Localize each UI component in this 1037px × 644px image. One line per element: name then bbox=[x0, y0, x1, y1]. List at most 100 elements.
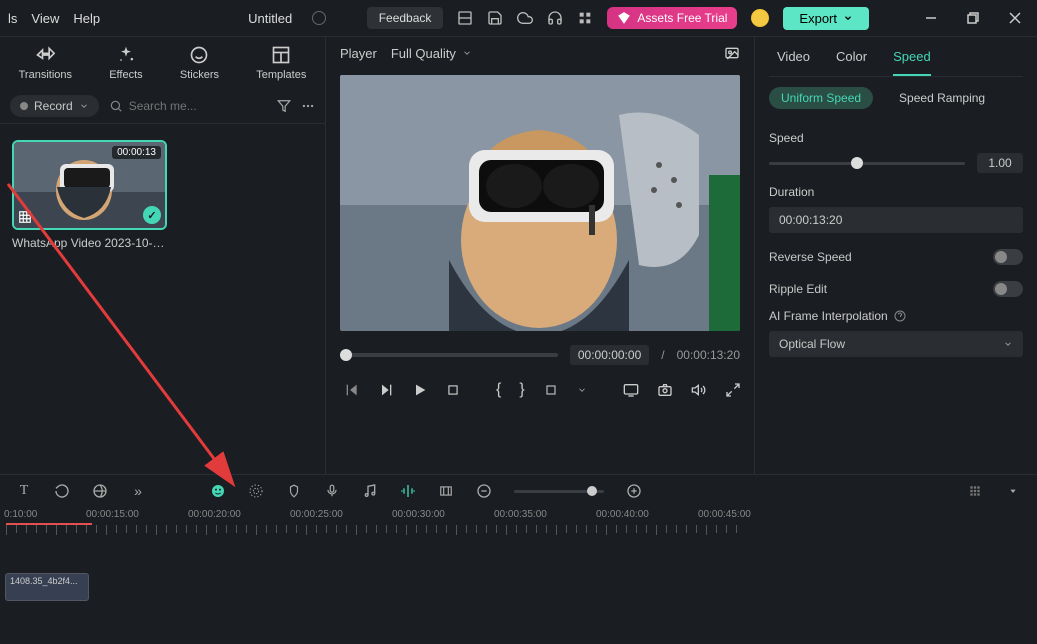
menu-help[interactable]: Help bbox=[73, 11, 100, 26]
ai-interpolation-dropdown[interactable]: Optical Flow bbox=[769, 331, 1023, 357]
tick-label: 0:10:00 bbox=[4, 509, 37, 520]
player-label: Player bbox=[340, 46, 377, 61]
tick-label: 00:00:45:00 bbox=[698, 509, 751, 520]
apps-icon[interactable] bbox=[577, 10, 593, 26]
snapshot-icon[interactable] bbox=[724, 45, 740, 61]
ripple-label: Ripple Edit bbox=[769, 282, 827, 296]
tab-speed[interactable]: Speed bbox=[893, 49, 931, 76]
magnetic-icon[interactable] bbox=[400, 483, 416, 499]
more-tools-icon[interactable]: » bbox=[130, 483, 146, 499]
diamond-icon bbox=[617, 11, 631, 25]
media-bar: Record bbox=[0, 89, 325, 124]
tab-video[interactable]: Video bbox=[777, 49, 810, 76]
tab-stickers[interactable]: Stickers bbox=[180, 45, 219, 81]
subtab-uniform[interactable]: Uniform Speed bbox=[769, 87, 873, 109]
media-clip[interactable]: 00:00:13 ✓ bbox=[12, 140, 167, 230]
zoom-in-button[interactable] bbox=[626, 483, 642, 499]
headphones-icon[interactable] bbox=[547, 10, 563, 26]
project-title: Untitled bbox=[248, 11, 292, 26]
rotate-icon[interactable] bbox=[54, 483, 70, 499]
scrubber[interactable] bbox=[340, 353, 558, 357]
chevron-down-icon[interactable] bbox=[577, 381, 587, 399]
camera-icon[interactable] bbox=[657, 381, 673, 399]
window-close[interactable] bbox=[1001, 4, 1029, 32]
playhead[interactable] bbox=[6, 523, 92, 525]
tab-color[interactable]: Color bbox=[836, 49, 867, 76]
speed-value[interactable]: 1.00 bbox=[977, 153, 1023, 173]
play-button[interactable] bbox=[412, 381, 428, 399]
tab-effects[interactable]: Effects bbox=[109, 45, 142, 81]
scrub-row: 00:00:00:00 / 00:00:13:20 bbox=[326, 337, 754, 373]
record-button[interactable]: Record bbox=[10, 95, 99, 117]
layout-icon[interactable] bbox=[457, 10, 473, 26]
volume-icon[interactable] bbox=[691, 381, 707, 399]
mark-in-button[interactable]: { bbox=[496, 381, 501, 399]
stop-button[interactable] bbox=[446, 381, 460, 399]
timeline-ruler[interactable]: 0:10:00 00:00:15:00 00:00:20:00 00:00:25… bbox=[0, 507, 1037, 535]
caret-down-icon[interactable] bbox=[1005, 483, 1021, 499]
search-input[interactable] bbox=[129, 99, 229, 113]
step-back-button[interactable] bbox=[378, 381, 394, 399]
tab-transitions[interactable]: Transitions bbox=[19, 45, 72, 81]
marker-icon[interactable] bbox=[286, 483, 302, 499]
mic-icon[interactable] bbox=[324, 483, 340, 499]
reverse-toggle[interactable] bbox=[993, 249, 1023, 265]
sync-status-icon[interactable] bbox=[312, 11, 326, 25]
feedback-button[interactable]: Feedback bbox=[367, 7, 444, 29]
more-icon[interactable] bbox=[301, 99, 315, 113]
timeline-panel: T » 0:10:00 00:00:15:00 00:00:20:00 00:0… bbox=[0, 474, 1037, 642]
export-button[interactable]: Export bbox=[783, 7, 869, 30]
export-label: Export bbox=[799, 11, 837, 26]
zoom-out-button[interactable] bbox=[476, 483, 492, 499]
duration-input[interactable] bbox=[769, 207, 1023, 233]
crop-icon[interactable] bbox=[543, 381, 559, 399]
profile-avatar[interactable] bbox=[751, 9, 769, 27]
window-maximize[interactable] bbox=[959, 4, 987, 32]
menu-ls[interactable]: ls bbox=[8, 11, 17, 26]
check-icon: ✓ bbox=[143, 206, 161, 224]
duration-badge: 00:00:13 bbox=[112, 146, 161, 159]
player-controls: { } bbox=[326, 373, 754, 407]
display-icon[interactable] bbox=[623, 381, 639, 399]
fullscreen-icon[interactable] bbox=[725, 381, 741, 399]
duration-label: Duration bbox=[769, 185, 1023, 199]
menu-view[interactable]: View bbox=[31, 11, 59, 26]
ripple-row: Ripple Edit bbox=[769, 281, 1023, 297]
zoom-slider[interactable] bbox=[514, 490, 604, 493]
subtab-ramping[interactable]: Speed Ramping bbox=[887, 87, 997, 109]
tick-label: 00:00:40:00 bbox=[596, 509, 649, 520]
chevron-down-icon bbox=[79, 101, 89, 111]
ai-tool-icon[interactable] bbox=[210, 483, 226, 499]
chevron-down-icon bbox=[462, 48, 472, 58]
search-box bbox=[109, 99, 267, 113]
ripple-toggle[interactable] bbox=[993, 281, 1023, 297]
cloud-download-icon[interactable] bbox=[517, 10, 533, 26]
chevron-down-icon bbox=[843, 13, 853, 23]
grid-view-icon[interactable] bbox=[967, 483, 983, 499]
scrub-handle[interactable] bbox=[340, 349, 352, 361]
help-icon[interactable] bbox=[894, 310, 906, 322]
slider-handle[interactable] bbox=[851, 157, 863, 169]
preview-viewport[interactable] bbox=[340, 75, 740, 331]
mark-out-button[interactable]: } bbox=[519, 381, 524, 399]
ai-label: AI Frame Interpolation bbox=[769, 309, 1023, 323]
frame-icon[interactable] bbox=[438, 483, 454, 499]
player-panel: Player Full Quality bbox=[325, 36, 755, 474]
media-panel: Transitions Effects Stickers Templates R… bbox=[0, 36, 325, 474]
assets-trial-button[interactable]: Assets Free Trial bbox=[607, 7, 737, 29]
timeline-track[interactable]: 1408.35_4b2f4... bbox=[0, 535, 1037, 605]
save-icon[interactable] bbox=[487, 10, 503, 26]
speed-tool-icon[interactable] bbox=[248, 483, 264, 499]
audio-icon[interactable] bbox=[362, 483, 378, 499]
tab-templates[interactable]: Templates bbox=[256, 45, 306, 81]
globe-icon[interactable] bbox=[92, 483, 108, 499]
filter-icon[interactable] bbox=[277, 99, 291, 113]
window-minimize[interactable] bbox=[917, 4, 945, 32]
speed-slider[interactable] bbox=[769, 162, 965, 165]
prev-frame-button[interactable] bbox=[344, 381, 360, 399]
speed-slider-row: 1.00 bbox=[769, 153, 1023, 173]
quality-dropdown[interactable]: Full Quality bbox=[391, 46, 472, 61]
inspector-panel: Video Color Speed Uniform Speed Speed Ra… bbox=[755, 36, 1037, 474]
timeline-clip[interactable]: 1408.35_4b2f4... bbox=[5, 573, 89, 601]
text-tool-icon[interactable]: T bbox=[16, 483, 32, 499]
